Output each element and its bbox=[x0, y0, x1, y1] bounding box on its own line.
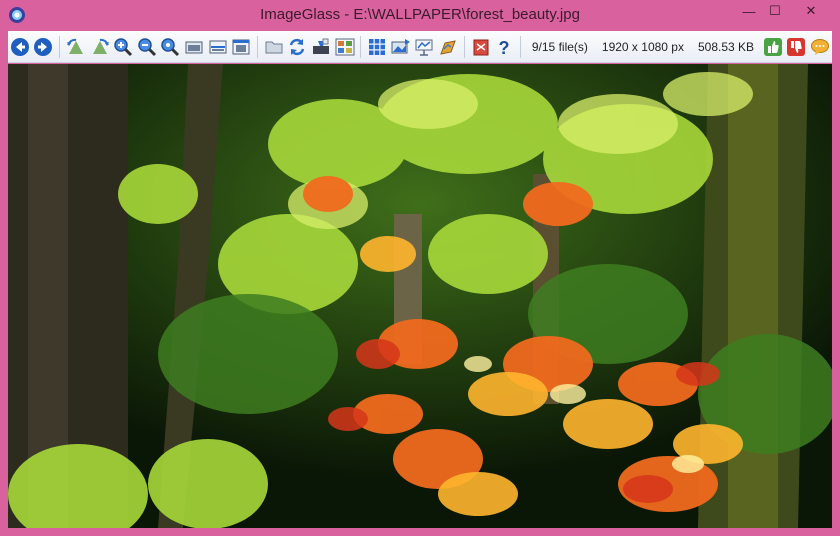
toolbar-separator bbox=[360, 35, 362, 58]
toolbar-separator bbox=[463, 35, 465, 58]
grid-button[interactable] bbox=[366, 35, 389, 59]
title-bar[interactable]: ImageGlass - E:\WALLPAPER\forest_beauty.… bbox=[0, 0, 840, 30]
back-arrow-icon bbox=[10, 37, 29, 56]
open-folder-button[interactable] bbox=[262, 35, 285, 59]
set-wallpaper-icon bbox=[440, 39, 456, 55]
actual-size-icon bbox=[161, 37, 180, 56]
toolbar-separator bbox=[519, 35, 521, 58]
toolbar: ? 9/15 file(s) 1920 x 1080 px 508.53 KB bbox=[8, 31, 832, 63]
dislike-icon bbox=[787, 37, 806, 56]
open-folder-icon bbox=[265, 41, 283, 53]
maximize-button[interactable]: ☐ bbox=[762, 0, 788, 22]
refresh-button[interactable] bbox=[286, 35, 309, 59]
fullscreen-button[interactable] bbox=[413, 35, 436, 59]
file-size: 508.53 KB bbox=[697, 39, 755, 54]
toolbar-separator bbox=[59, 35, 61, 58]
file-position: 9/15 file(s) bbox=[531, 39, 588, 54]
toolbar-separator bbox=[257, 35, 258, 58]
zoom-in-icon bbox=[114, 37, 133, 56]
forward-arrow-icon bbox=[34, 37, 53, 56]
window-title: ImageGlass - E:\WALLPAPER\forest_beauty.… bbox=[260, 6, 580, 23]
rotate-left-button[interactable] bbox=[65, 35, 88, 59]
forest-photo bbox=[8, 64, 832, 528]
rotate-right-icon bbox=[92, 38, 109, 54]
thumbnail-button[interactable] bbox=[333, 35, 356, 59]
like-icon bbox=[763, 37, 782, 56]
goto-image-button[interactable] bbox=[310, 35, 333, 59]
back-button[interactable] bbox=[9, 35, 32, 59]
forward-button[interactable] bbox=[32, 35, 55, 59]
zoom-out-icon bbox=[138, 37, 156, 56]
help-icon: ? bbox=[499, 38, 510, 57]
feedback-button[interactable] bbox=[809, 35, 832, 59]
fit-width-button[interactable] bbox=[206, 35, 229, 59]
help-button[interactable]: ? bbox=[493, 35, 516, 59]
fit-width-icon bbox=[209, 40, 227, 53]
set-wallpaper-button[interactable] bbox=[437, 35, 460, 59]
fit-height-button[interactable] bbox=[230, 35, 253, 59]
rotate-left-icon bbox=[66, 38, 83, 54]
plugin-button[interactable] bbox=[469, 35, 492, 59]
actual-size-button[interactable] bbox=[159, 35, 182, 59]
fit-height-icon bbox=[232, 39, 250, 54]
image-dimensions: 1920 x 1080 px bbox=[601, 39, 684, 54]
thumbnail-icon bbox=[335, 38, 355, 55]
zoom-in-button[interactable] bbox=[112, 35, 135, 59]
plugin-icon bbox=[473, 39, 489, 55]
goto-image-icon bbox=[312, 38, 329, 54]
svg-text:?: ? bbox=[499, 38, 510, 57]
slideshow-icon bbox=[391, 38, 410, 53]
grid-icon bbox=[369, 38, 386, 55]
like-button[interactable] bbox=[762, 35, 785, 59]
fullscreen-icon bbox=[415, 39, 433, 56]
dislike-button[interactable] bbox=[785, 35, 808, 59]
close-button[interactable]: ✕ bbox=[788, 0, 834, 22]
feedback-icon bbox=[811, 38, 830, 55]
window-fit-button[interactable] bbox=[183, 35, 206, 59]
minimize-button[interactable]: — bbox=[736, 0, 762, 22]
window-fit-icon bbox=[185, 41, 203, 53]
slideshow-button[interactable] bbox=[389, 35, 412, 59]
app-window: ImageGlass - E:\WALLPAPER\forest_beauty.… bbox=[0, 0, 840, 536]
zoom-out-button[interactable] bbox=[135, 35, 158, 59]
rotate-right-button[interactable] bbox=[88, 35, 111, 59]
image-viewer[interactable] bbox=[8, 64, 832, 528]
refresh-icon bbox=[290, 38, 305, 55]
